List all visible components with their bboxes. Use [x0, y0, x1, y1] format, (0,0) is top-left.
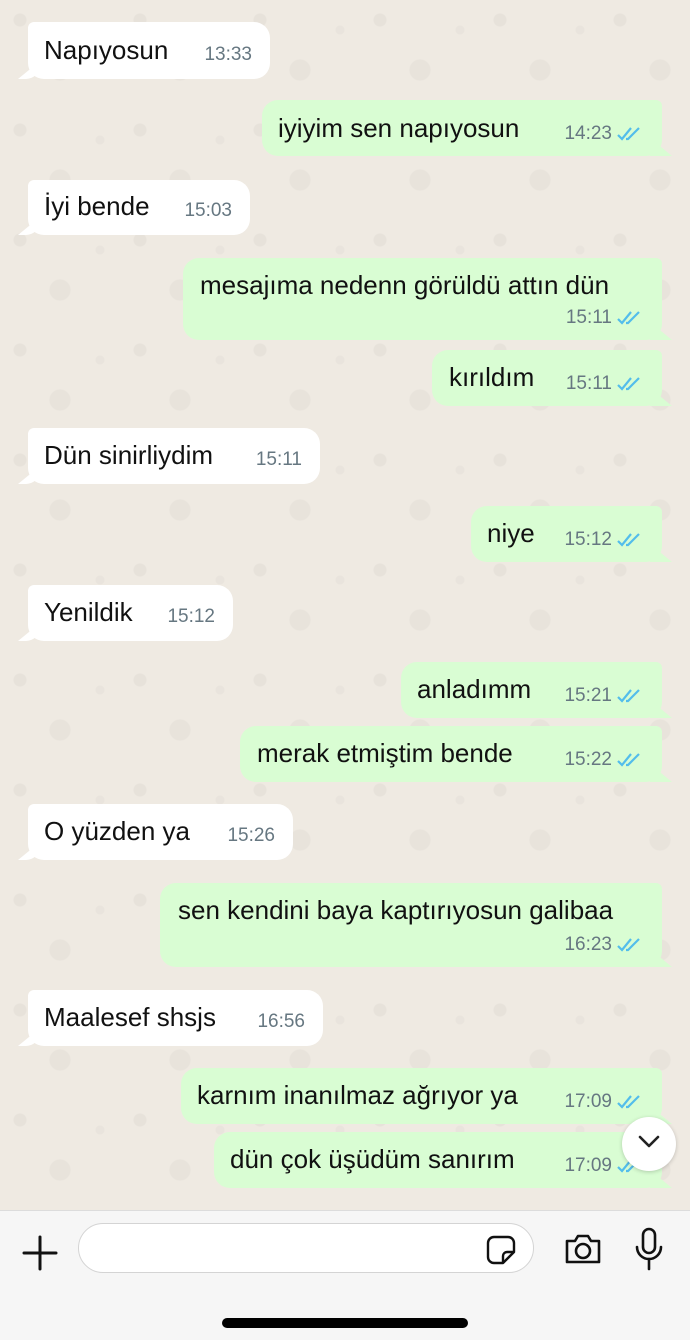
- message-time: 15:22: [564, 749, 612, 770]
- incoming-message[interactable]: Maalesef shsjs 16:56: [28, 990, 323, 1046]
- message-text: iyiyim sen napıyosun: [278, 113, 520, 143]
- message-meta: 15:12: [167, 601, 215, 633]
- message-time: 15:11: [565, 307, 612, 328]
- read-ticks-icon: [616, 376, 644, 392]
- message-time: 14:23: [564, 123, 612, 144]
- message-time: 15:03: [184, 200, 232, 221]
- message-text: Yenildik: [44, 597, 133, 627]
- message-meta: 16:23: [564, 929, 644, 961]
- sticker-icon: [485, 1235, 517, 1270]
- outgoing-message[interactable]: kırıldım 15:11: [432, 350, 662, 406]
- message-text: mesajıma nedenn görüldü attın dün: [200, 270, 610, 300]
- incoming-message[interactable]: Yenildik 15:12: [28, 585, 233, 641]
- message-text: Maalesef shsjs: [44, 1002, 216, 1032]
- read-ticks-icon: [616, 1094, 644, 1110]
- scroll-to-bottom-button[interactable]: [622, 1117, 676, 1171]
- incoming-message[interactable]: O yüzden ya 15:26: [28, 804, 293, 860]
- message-meta: 15:11: [256, 444, 302, 476]
- message-input-box[interactable]: [78, 1223, 534, 1273]
- message-meta: 15:12: [564, 524, 644, 556]
- message-time: 17:09: [564, 1091, 612, 1112]
- message-text: merak etmiştim bende: [257, 738, 513, 768]
- incoming-message[interactable]: İyi bende 15:03: [28, 180, 250, 235]
- sticker-button[interactable]: [485, 1234, 517, 1266]
- message-text: dün çok üşüdüm sanırım: [230, 1144, 515, 1174]
- message-meta: 15:11: [566, 302, 644, 334]
- message-meta: 15:11: [566, 368, 644, 400]
- message-meta: 15:03: [184, 195, 232, 227]
- message-meta: 16:56: [257, 1006, 305, 1038]
- attach-button[interactable]: [20, 1233, 60, 1273]
- microphone-icon: [634, 1227, 664, 1275]
- message-composer: [0, 1210, 690, 1340]
- read-ticks-icon: [616, 310, 644, 326]
- camera-icon: [563, 1234, 603, 1271]
- message-time: 15:11: [255, 449, 302, 470]
- message-meta: 15:21: [564, 680, 644, 712]
- home-indicator: [222, 1318, 468, 1328]
- message-time: 15:11: [565, 373, 612, 394]
- message-time: 15:26: [227, 825, 275, 846]
- message-meta: 17:09: [564, 1086, 644, 1118]
- message-text: İyi bende: [44, 191, 150, 221]
- message-text: karnım inanılmaz ağrıyor ya: [197, 1080, 518, 1110]
- message-input[interactable]: [97, 1224, 477, 1272]
- read-ticks-icon: [616, 937, 644, 953]
- message-text: sen kendini baya kaptırıyosun galibaa: [178, 895, 614, 925]
- outgoing-message[interactable]: mesajıma nedenn görüldü attın dün 15:11: [183, 258, 662, 340]
- message-time: 13:33: [204, 44, 252, 65]
- read-ticks-icon: [616, 752, 644, 768]
- message-time: 17:09: [564, 1155, 612, 1176]
- message-time: 16:23: [564, 934, 612, 955]
- read-ticks-icon: [616, 532, 644, 548]
- incoming-message[interactable]: Napıyosun 13:33: [28, 22, 270, 79]
- message-text: Napıyosun: [44, 35, 169, 65]
- chat-area[interactable]: Napıyosun 13:33 iyiyim sen napıyosun 14:…: [0, 0, 690, 1210]
- outgoing-message[interactable]: niye 15:12: [471, 506, 662, 562]
- message-time: 15:21: [564, 685, 612, 706]
- message-meta: 14:23: [564, 118, 644, 150]
- outgoing-message[interactable]: merak etmiştim bende 15:22: [240, 726, 662, 782]
- outgoing-message[interactable]: iyiyim sen napıyosun 14:23: [262, 100, 662, 156]
- message-meta: 13:33: [204, 39, 252, 71]
- outgoing-message[interactable]: karnım inanılmaz ağrıyor ya 17:09: [181, 1068, 662, 1124]
- message-time: 15:12: [564, 529, 612, 550]
- outgoing-message[interactable]: anladımm 15:21: [401, 662, 662, 718]
- message-text: O yüzden ya: [44, 816, 190, 846]
- chevron-down-icon: [638, 1135, 660, 1154]
- message-meta: 15:22: [564, 744, 644, 776]
- message-time: 16:56: [257, 1011, 305, 1032]
- message-meta: 15:26: [227, 820, 275, 852]
- voice-message-button[interactable]: [634, 1227, 664, 1271]
- message-text: kırıldım: [449, 362, 535, 392]
- outgoing-message[interactable]: dün çok üşüdüm sanırım 17:09: [214, 1132, 662, 1188]
- incoming-message[interactable]: Dün sinirliydim 15:11: [28, 428, 320, 484]
- plus-icon: [20, 1235, 60, 1277]
- message-time: 15:12: [167, 606, 215, 627]
- read-ticks-icon: [616, 126, 644, 142]
- read-ticks-icon: [616, 688, 644, 704]
- message-text: niye: [487, 518, 535, 548]
- message-text: Dün sinirliydim: [44, 440, 214, 470]
- camera-button[interactable]: [563, 1231, 603, 1267]
- message-text: anladımm: [417, 674, 532, 704]
- outgoing-message[interactable]: sen kendini baya kaptırıyosun galibaa 16…: [160, 883, 662, 967]
